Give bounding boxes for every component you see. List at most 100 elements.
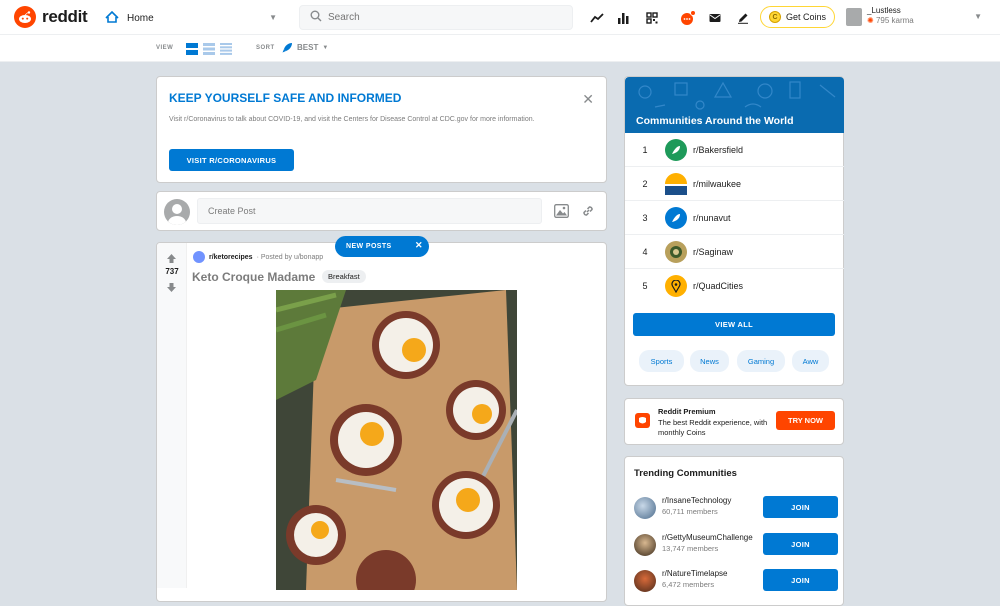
link-icon[interactable] [581,204,595,223]
chat-bubble-icon [681,10,696,25]
category-pill-gaming[interactable]: Gaming [737,350,785,372]
rank: 5 [642,281,648,291]
rank: 2 [642,178,648,189]
community-item[interactable]: 2 r/milwaukee [625,167,844,201]
create-post-input[interactable]: Create Post [197,198,542,224]
community-avatar [634,534,656,556]
trending-item[interactable]: r/GettyMuseumChallenge 13,747 members JO… [634,532,839,560]
trending-item[interactable]: r/InsaneTechnology 60,711 members JOIN [634,495,839,523]
view-sort-bar: VIEW SORT BEST ▼ [0,35,1000,62]
vote-count: 737 [165,267,179,276]
premium-title: Reddit Premium [658,407,716,416]
mail-icon [709,14,721,22]
search-input[interactable] [328,12,548,23]
posted-by[interactable]: · Posted by u/bonapp [257,254,324,261]
post-image[interactable] [276,290,517,590]
member-count: 6,472 members [662,580,715,589]
post-meta: r/ketorecipes · Posted by u/bonapp [193,251,323,263]
banner-text: Visit r/Coronavirus to talk about COVID-… [169,116,535,123]
chevron-down-icon: ▼ [269,13,277,22]
trending-communities-widget: Trending Communities r/InsaneTechnology … [624,456,844,606]
view-label: VIEW [156,45,174,51]
community-name: r/Bakersfield [693,144,744,155]
sort-label: SORT [256,45,275,51]
user-menu-dropdown[interactable]: _Lustless ✺ 795 karma ▼ [846,6,986,30]
join-button[interactable]: JOIN [763,533,838,555]
community-name: r/Saginaw [693,246,734,257]
rocket-icon [282,43,292,53]
category-pill-news[interactable]: News [690,350,729,372]
user-avatar [846,8,862,26]
classic-view-icon[interactable] [203,42,215,55]
messages-button[interactable] [706,9,724,27]
compact-view-icon[interactable] [220,42,232,55]
bakersfield-icon [665,138,687,161]
downvote-icon[interactable] [166,280,177,298]
community-name[interactable]: r/GettyMuseumChallenge [662,533,753,542]
post-flair[interactable]: Breakfast [322,270,366,283]
widget-title: Trending Communities [634,468,737,479]
sort-value: BEST [297,43,319,52]
rank: 1 [642,144,648,155]
community-name: r/QuadCities [693,281,744,291]
chevron-down-icon: ▼ [322,44,329,51]
get-coins-label: Get Coins [785,12,827,22]
category-pill-sports[interactable]: Sports [639,350,684,372]
trending-item[interactable]: r/NatureTimelapse 6,472 members JOIN [634,568,839,596]
shield-icon [635,413,650,428]
nunavut-icon [665,206,687,229]
vote-column: 737 [157,243,187,588]
coin-icon: C [768,11,781,23]
join-button[interactable]: JOIN [763,496,838,518]
community-name[interactable]: r/InsaneTechnology [662,496,731,505]
qr-code-icon [646,12,658,24]
premium-text: The best Reddit experience, with monthly… [658,418,768,437]
community-avatar [634,497,656,519]
close-icon[interactable]: ✕ [582,91,594,108]
banner-title: KEEP YOURSELF SAFE AND INFORMED [169,91,402,105]
search-icon [310,9,322,27]
trending-up-icon [590,13,604,23]
community-item[interactable]: 3 r/nunavut [625,201,844,235]
community-avatar [634,570,656,592]
pencil-icon [738,13,748,24]
join-button[interactable]: JOIN [763,569,838,591]
user-avatar-icon[interactable] [164,199,190,225]
karma-count: ✺ 795 karma [867,16,914,25]
get-coins-button[interactable]: C Get Coins [760,6,835,28]
new-posts-button[interactable]: NEW POSTS ✕ [335,236,429,257]
community-name[interactable]: r/NatureTimelapse [662,569,728,578]
try-now-button[interactable]: TRY NOW [776,411,835,430]
member-count: 60,711 members [662,507,718,516]
home-label: Home [127,12,154,24]
community-item[interactable]: 1 r/Bakersfield [625,133,844,167]
search-bar[interactable] [299,5,573,30]
map-pin-icon [665,275,687,297]
image-upload-icon[interactable] [554,204,569,223]
rank: 4 [642,246,648,257]
category-pill-aww[interactable]: Aww [792,350,829,372]
create-post-button[interactable] [734,9,752,27]
card-view-icon[interactable] [186,42,198,55]
community-name: r/nunavut [693,212,731,223]
all-stats-button[interactable] [614,9,632,27]
qr-code-button[interactable] [643,9,661,27]
view-all-button[interactable]: VIEW ALL [633,313,835,336]
bar-chart-icon [618,13,629,24]
popular-trending-button[interactable] [588,9,606,27]
milwaukee-icon [665,172,687,195]
chat-button[interactable] [679,9,697,27]
reddit-logo[interactable]: reddit [14,6,88,28]
community-name: r/milwaukee [693,178,742,189]
community-item[interactable]: 4 r/Saginaw [625,235,844,269]
visit-coronavirus-button[interactable]: VISIT R/CORONAVIRUS [169,149,294,171]
home-dropdown[interactable]: Home ▼ [105,8,281,28]
post-title[interactable]: Keto Croque Madame [192,270,315,284]
home-icon [105,10,119,26]
close-icon[interactable]: ✕ [415,240,423,251]
post-card[interactable]: 737 r/ketorecipes · Posted by u/bonapp K… [156,242,607,602]
sort-dropdown[interactable]: BEST ▼ [282,42,328,53]
community-item[interactable]: 5 r/QuadCities [625,269,844,303]
subreddit-link[interactable]: r/ketorecipes [209,254,253,261]
reddit-wordmark: reddit [42,7,88,26]
